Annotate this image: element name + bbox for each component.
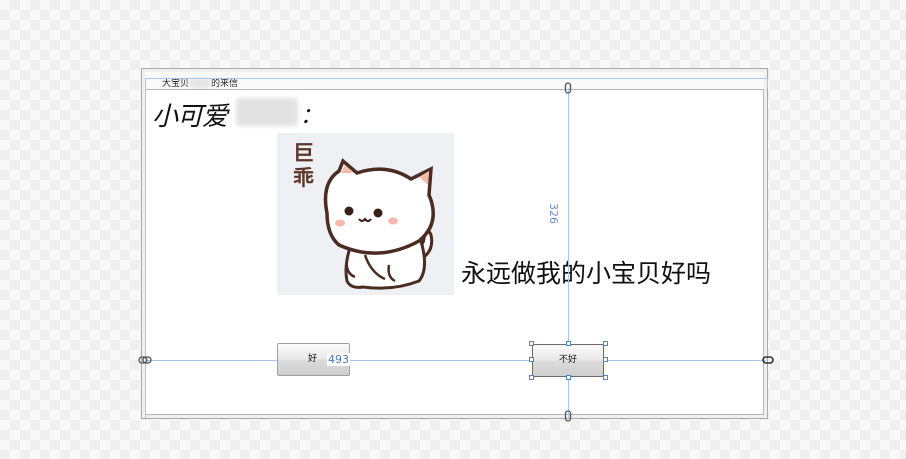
resize-handle[interactable] [566, 375, 571, 380]
form-title-suffix: 的来信 [211, 79, 239, 89]
question-label: 永远做我的小宝贝好吗 [461, 259, 712, 288]
resize-handle[interactable] [529, 375, 534, 380]
resize-handle[interactable] [529, 341, 534, 346]
resize-handle[interactable] [603, 341, 608, 346]
resize-handle[interactable] [603, 357, 608, 362]
link-anchor-icon [564, 82, 572, 97]
form-title-bar: 大宝贝 的来信 [145, 72, 764, 90]
form-client-area[interactable] [145, 89, 764, 415]
form-title-prefix: 大宝贝 [162, 79, 190, 89]
link-anchor-icon [138, 355, 152, 368]
no-button-label: 不好 [558, 355, 577, 365]
link-anchor-icon [564, 410, 572, 425]
resize-handle[interactable] [566, 341, 571, 346]
frame-guide-top [145, 78, 767, 79]
link-anchor-icon [762, 356, 774, 367]
no-button[interactable]: 不好 [532, 344, 604, 377]
yes-button-label: 好 [308, 354, 318, 364]
frame-guide-right [767, 78, 768, 88]
redacted-name [189, 79, 212, 88]
cat-illustration [323, 158, 435, 290]
width-measure: 493 [327, 353, 350, 366]
greeting-colon: ： [300, 104, 323, 129]
alignment-guide-horizontal [146, 360, 766, 361]
resize-handle[interactable] [603, 375, 608, 380]
redacted-name [236, 98, 298, 126]
greeting-label: 小可爱 [152, 102, 228, 132]
height-measure: 326 [547, 203, 560, 224]
resize-handle[interactable] [529, 357, 534, 362]
cat-sticker-image: 巨乖 [277, 133, 454, 295]
